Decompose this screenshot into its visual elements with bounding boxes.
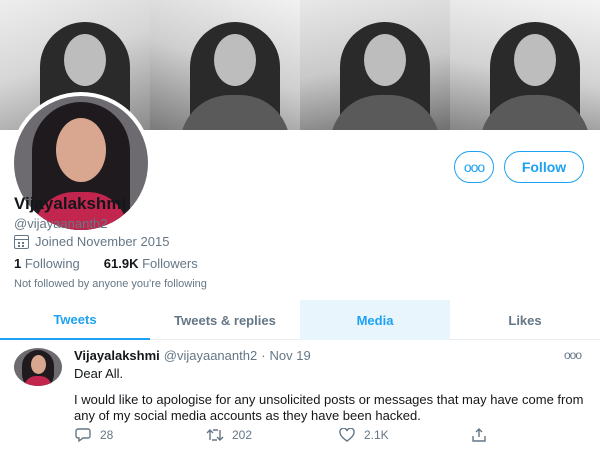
tweet[interactable]: Vijayalakshmi @vijayaananth2 · Nov 19 oo… [0, 340, 600, 450]
share-button[interactable] [470, 428, 500, 442]
follow-stats: 1 Following 61.9K Followers [14, 256, 198, 271]
not-followed-note: Not followed by anyone you're following [14, 278, 207, 290]
share-icon [472, 428, 486, 442]
like-count: 2.1K [364, 428, 389, 442]
joined-date: Joined November 2015 [14, 234, 169, 249]
heart-icon [339, 428, 355, 442]
more-options-button[interactable]: ooo [454, 151, 494, 183]
tweet-more-icon[interactable]: ooo [564, 348, 582, 362]
following-link[interactable]: 1 Following [14, 256, 80, 271]
tab-tweets-replies[interactable]: Tweets & replies [150, 300, 300, 340]
retweet-icon [206, 429, 224, 441]
reply-button[interactable]: 28 [74, 428, 206, 442]
followers-link[interactable]: 61.9K Followers [104, 256, 198, 271]
reply-icon [75, 428, 91, 442]
tweet-actions: 28 202 2.1K [74, 428, 504, 442]
tweet-header: Vijayalakshmi @vijayaananth2 · Nov 19 [74, 348, 311, 363]
followers-label: Followers [142, 256, 198, 271]
tab-tweets[interactable]: Tweets [0, 300, 150, 340]
profile-handle: @vijayaananth2 [14, 216, 108, 231]
retweet-button[interactable]: 202 [206, 428, 338, 442]
tweet-avatar[interactable] [14, 348, 62, 386]
tweet-author-name[interactable]: Vijayalakshmi [74, 348, 160, 363]
following-label: Following [24, 256, 80, 271]
tweet-greeting: Dear All. [74, 366, 124, 381]
tweet-author-handle[interactable]: @vijayaananth2 [164, 348, 257, 363]
tweet-separator: · [261, 348, 266, 363]
follow-button[interactable]: Follow [504, 151, 584, 183]
banner-photo [150, 0, 300, 130]
retweet-count: 202 [232, 428, 253, 442]
tab-likes[interactable]: Likes [450, 300, 600, 340]
following-count: 1 [14, 256, 22, 271]
profile-tabs: Tweets Tweets & replies Media Likes [0, 300, 600, 340]
tab-media[interactable]: Media [300, 300, 450, 340]
like-button[interactable]: 2.1K [338, 428, 470, 442]
followers-count: 61.9K [103, 256, 139, 271]
banner-photo [450, 0, 600, 130]
more-icon: ooo [463, 159, 485, 175]
tweet-text: I would like to apologise for any unsoli… [74, 392, 584, 423]
profile-name: Vijayalakshmi [14, 194, 127, 213]
joined-text: Joined November 2015 [35, 234, 170, 249]
calendar-icon [14, 234, 29, 249]
banner-photo [300, 0, 450, 130]
reply-count: 28 [100, 428, 114, 442]
tweet-date[interactable]: Nov 19 [270, 348, 311, 363]
